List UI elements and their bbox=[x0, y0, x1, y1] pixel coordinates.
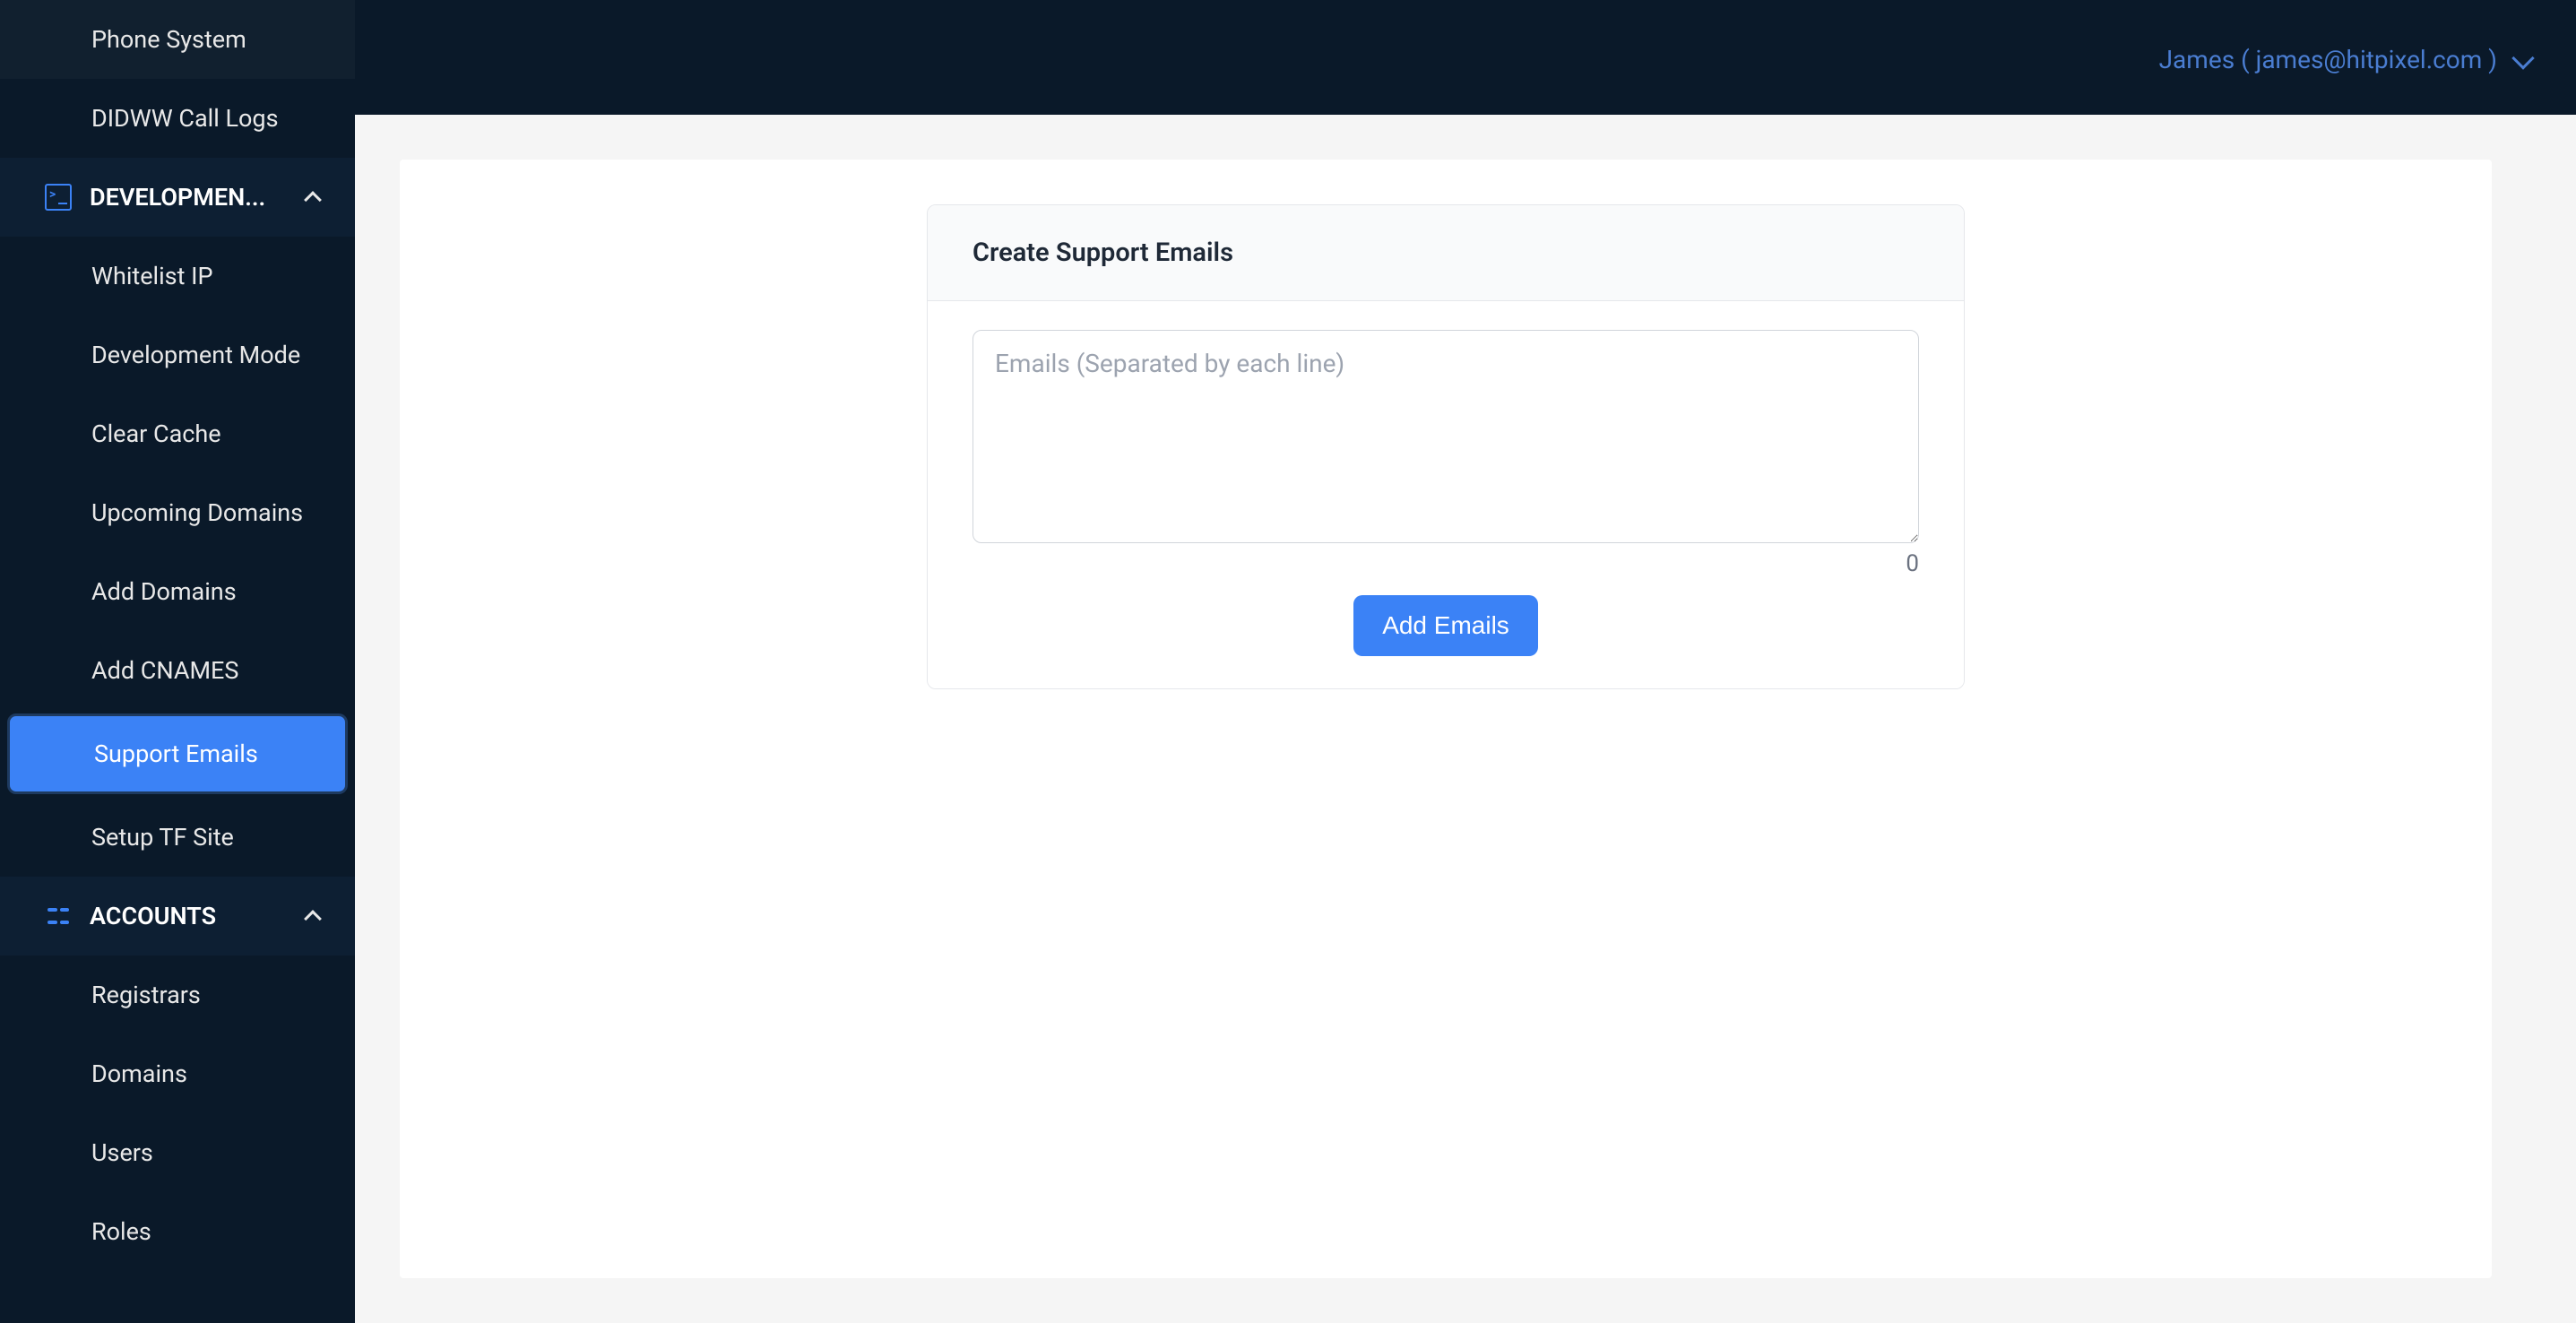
sidebar-item-label: Domains bbox=[91, 1059, 187, 1088]
sidebar-item-didww-call-logs[interactable]: DIDWW Call Logs bbox=[0, 79, 355, 158]
sidebar-section-accounts[interactable]: ACCOUNTS bbox=[0, 877, 355, 956]
sidebar-item-label: Whitelist IP bbox=[91, 262, 213, 290]
sidebar-item-domains[interactable]: Domains bbox=[0, 1034, 355, 1113]
sidebar-item-label: DIDWW Call Logs bbox=[91, 104, 279, 133]
sidebar-section-label: DEVELOPMEN... bbox=[90, 183, 289, 212]
sidebar-item-clear-cache[interactable]: Clear Cache bbox=[0, 394, 355, 473]
emails-textarea[interactable] bbox=[972, 330, 1919, 543]
sidebar-item-support-emails[interactable]: Support Emails bbox=[7, 713, 348, 794]
create-support-emails-card: Create Support Emails 0 Add Emails bbox=[927, 204, 1965, 689]
topbar: James ( james@hitpixel.com ) bbox=[0, 0, 2576, 115]
sidebar-item-label: Phone System bbox=[91, 25, 246, 54]
sidebar-item-users[interactable]: Users bbox=[0, 1113, 355, 1192]
sidebar-item-label: Add Domains bbox=[91, 577, 237, 606]
sidebar-item-label: Users bbox=[91, 1138, 153, 1167]
sidebar-item-label: Setup TF Site bbox=[91, 823, 234, 852]
chevron-up-icon bbox=[304, 910, 322, 928]
user-display: James ( james@hitpixel.com ) bbox=[2159, 45, 2497, 74]
sidebar-item-label: Roles bbox=[91, 1217, 151, 1246]
sidebar-item-add-domains[interactable]: Add Domains bbox=[0, 552, 355, 631]
sidebar-item-label: Development Mode bbox=[91, 341, 300, 369]
character-counter: 0 bbox=[972, 550, 1919, 577]
add-emails-button[interactable]: Add Emails bbox=[1353, 595, 1538, 656]
sidebar-item-add-cnames[interactable]: Add CNAMES bbox=[0, 631, 355, 710]
sidebar-item-label: Registrars bbox=[91, 981, 201, 1009]
sidebar-item-label: Clear Cache bbox=[91, 419, 221, 448]
sidebar-section-label: ACCOUNTS bbox=[90, 902, 289, 930]
grid-icon bbox=[45, 903, 72, 930]
button-label: Add Emails bbox=[1382, 611, 1509, 639]
sidebar-item-setup-tf-site[interactable]: Setup TF Site bbox=[0, 798, 355, 877]
sidebar-item-label: Upcoming Domains bbox=[91, 498, 303, 527]
sidebar-item-upcoming-domains[interactable]: Upcoming Domains bbox=[0, 473, 355, 552]
user-menu[interactable]: James ( james@hitpixel.com ) bbox=[2159, 45, 2531, 74]
sidebar-item-whitelist-ip[interactable]: Whitelist IP bbox=[0, 237, 355, 316]
sidebar-item-label: Add CNAMES bbox=[91, 656, 238, 685]
card-body: 0 Add Emails bbox=[928, 301, 1964, 688]
button-row: Add Emails bbox=[972, 595, 1919, 656]
card-title: Create Support Emails bbox=[972, 238, 1233, 268]
main-content: Create Support Emails 0 Add Emails bbox=[355, 115, 2537, 1323]
chevron-down-icon bbox=[2511, 47, 2534, 69]
sidebar-section-development[interactable]: DEVELOPMEN... bbox=[0, 158, 355, 237]
sidebar-item-registrars[interactable]: Registrars bbox=[0, 956, 355, 1034]
sidebar: Phone System DIDWW Call Logs DEVELOPMEN.… bbox=[0, 0, 355, 1323]
sidebar-item-roles[interactable]: Roles bbox=[0, 1192, 355, 1271]
chevron-up-icon bbox=[304, 191, 322, 209]
counter-value: 0 bbox=[1906, 550, 1919, 577]
terminal-icon bbox=[45, 184, 72, 211]
card-header: Create Support Emails bbox=[928, 205, 1964, 301]
content-panel: Create Support Emails 0 Add Emails bbox=[400, 160, 2492, 1278]
sidebar-item-phone-system[interactable]: Phone System bbox=[0, 0, 355, 79]
sidebar-item-development-mode[interactable]: Development Mode bbox=[0, 316, 355, 394]
sidebar-item-label: Support Emails bbox=[94, 739, 258, 768]
